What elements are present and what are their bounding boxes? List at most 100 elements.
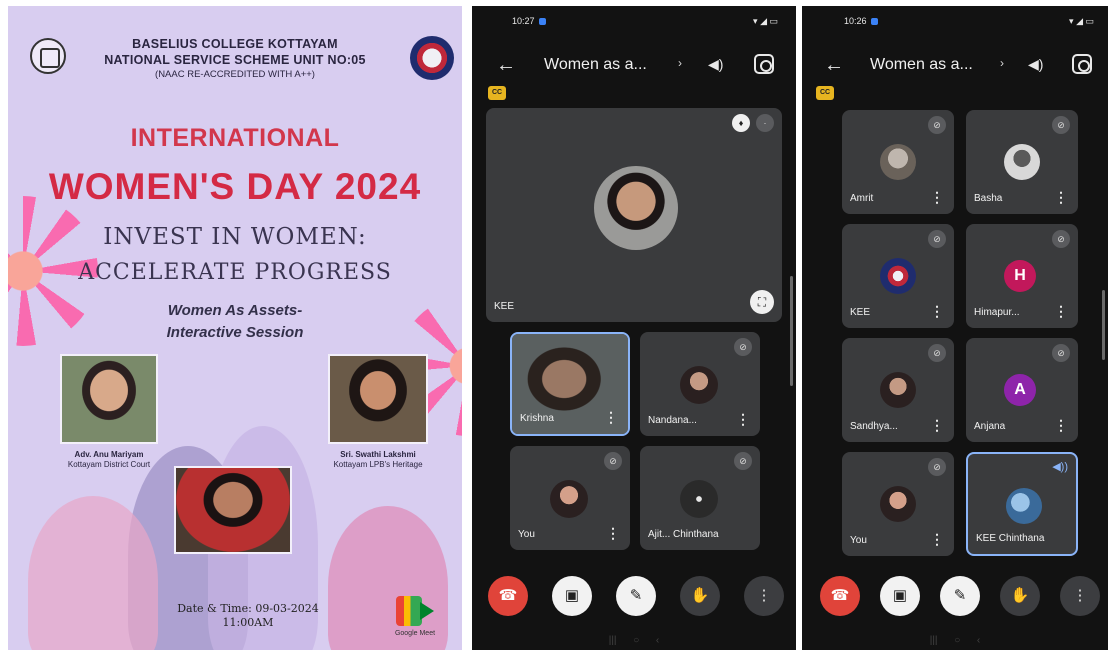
mic-off-icon: ⊘ xyxy=(1052,116,1070,134)
unit-name: NATIONAL SERVICE SCHEME UNIT NO:05 xyxy=(104,53,366,67)
participant-avatar xyxy=(680,480,718,518)
scrollbar[interactable] xyxy=(790,276,793,386)
theme-line-2: ACCELERATE PROGRESS xyxy=(78,260,392,285)
status-bar-time: 10:27 xyxy=(512,16,546,26)
google-meet-label: Google Meet xyxy=(394,630,436,637)
google-meet-icon xyxy=(396,596,436,626)
participant-tile[interactable]: ⊘ Basha ⋮ xyxy=(966,110,1078,214)
participant-name: Anjana xyxy=(974,421,1006,432)
participant-avatar xyxy=(880,144,916,180)
participant-avatar xyxy=(880,258,916,294)
more-options-icon[interactable]: ⋮ xyxy=(930,189,944,206)
status-bar-icons: ▾ ◢ ▭ xyxy=(753,16,778,26)
more-options-icon[interactable]: ⋮ xyxy=(1054,417,1068,434)
android-nav-bar: ||| ○ ‹ xyxy=(929,635,981,646)
more-options-icon[interactable]: ⋮ xyxy=(1054,303,1068,320)
poster-header: BASELIUS COLLEGE KOTTAYAM NATIONAL SERVI… xyxy=(8,36,462,82)
mic-off-icon: ⊘ xyxy=(1052,344,1070,362)
event-poster: BASELIUS COLLEGE KOTTAYAM NATIONAL SERVI… xyxy=(8,6,462,650)
mic-off-icon: ⊘ xyxy=(928,344,946,362)
participant-tile[interactable]: ⊘ A Anjana ⋮ xyxy=(966,338,1078,442)
mic-off-button[interactable]: ✎ xyxy=(616,576,656,616)
participant-letter-avatar: H xyxy=(1004,260,1036,292)
participant-name: Krishna xyxy=(520,413,554,424)
more-options-button[interactable]: ⋮ xyxy=(1060,576,1100,616)
participant-tile[interactable]: ⊘ Nandana... ⋮ xyxy=(640,332,760,436)
participant-name: Basha xyxy=(974,193,1003,204)
participant-avatar xyxy=(1004,144,1040,180)
speaker-icon[interactable]: ◀) xyxy=(708,56,723,73)
more-options-button[interactable]: ⋮ xyxy=(744,576,784,616)
participant-avatar xyxy=(880,372,916,408)
meet-screenshot-1: 10:27 ▾ ◢ ▭ ← Women as a... › ◀) CC ♦ · … xyxy=(472,6,796,650)
speaker-caption-2: Sri. Swathi Lakshmi Kottayam LPB's Herit… xyxy=(298,450,458,470)
more-options-icon[interactable]: ⋮ xyxy=(736,411,750,428)
participant-avatar xyxy=(594,166,678,250)
end-call-button[interactable]: ☎ xyxy=(820,576,860,616)
participant-name: Himapur... xyxy=(974,307,1020,318)
captions-icon[interactable]: CC xyxy=(816,86,834,100)
back-arrow-icon[interactable]: ← xyxy=(496,54,516,77)
speaker-name: Sri. Swathi Lakshmi xyxy=(340,450,416,459)
mic-off-icon: ⊘ xyxy=(1052,230,1070,248)
poster-title-international: INTERNATIONAL xyxy=(130,124,340,152)
participant-name: Ajit... Chinthana xyxy=(648,529,719,540)
participant-tile[interactable]: ⊘ You ⋮ xyxy=(842,452,954,556)
fullscreen-icon[interactable]: ⛶ xyxy=(750,290,774,314)
more-options-icon[interactable]: ⋮ xyxy=(1054,189,1068,206)
camera-off-button[interactable]: ▣ xyxy=(552,576,592,616)
speaker-icon[interactable]: ◀) xyxy=(1028,56,1043,73)
chevron-right-icon[interactable]: › xyxy=(678,56,682,70)
participant-tile[interactable]: Krishna ⋮ xyxy=(510,332,630,436)
more-options-icon[interactable]: ⋮ xyxy=(606,525,620,542)
participant-name: You xyxy=(518,529,535,540)
mic-off-icon: ⊘ xyxy=(928,116,946,134)
speaker-role: Kottayam District Court xyxy=(67,460,151,469)
meeting-title[interactable]: Women as a... xyxy=(544,56,647,74)
speaker-role: Kottayam LPB's Heritage xyxy=(333,460,423,469)
date-text: Date & Time: 09-03-2024 xyxy=(177,602,319,615)
poster-title-womens-day: WOMEN'S DAY 2024 xyxy=(48,166,422,207)
participant-tile[interactable]: ⊘ KEE ⋮ xyxy=(842,224,954,328)
mic-off-icon: ♦ xyxy=(732,114,750,132)
mic-off-icon: ⊘ xyxy=(734,338,752,356)
chevron-right-icon[interactable]: › xyxy=(1000,56,1004,70)
back-arrow-icon[interactable]: ← xyxy=(824,54,844,77)
participant-tile[interactable]: ⊘ H Himapur... ⋮ xyxy=(966,224,1078,328)
more-options-icon[interactable]: ⋮ xyxy=(930,531,944,548)
mic-off-icon: ⊘ xyxy=(928,230,946,248)
meeting-title[interactable]: Women as a... xyxy=(870,56,973,74)
participant-name: Nandana... xyxy=(648,415,697,426)
more-options-icon[interactable]: ⋮ xyxy=(930,303,944,320)
raise-hand-button[interactable]: ✋ xyxy=(1000,576,1040,616)
event-date-time: Date & Time: 09-03-2024 11:00AM xyxy=(148,602,348,630)
participant-tile[interactable]: ⊘ You ⋮ xyxy=(510,446,630,550)
mic-off-button[interactable]: ✎ xyxy=(940,576,980,616)
participant-name: Amrit xyxy=(850,193,874,204)
participant-tile-speaking[interactable]: ◀)) KEE Chinthana xyxy=(966,452,1078,556)
theme-line-1: INVEST IN WOMEN: xyxy=(103,224,367,250)
more-options-icon[interactable]: ⋮ xyxy=(930,417,944,434)
switch-camera-icon[interactable] xyxy=(1072,54,1092,74)
captions-icon[interactable]: CC xyxy=(488,86,506,100)
main-video-tile[interactable]: ♦ · KEE ⛶ xyxy=(486,108,782,322)
raise-hand-button[interactable]: ✋ xyxy=(680,576,720,616)
mic-off-icon: ⊘ xyxy=(604,452,622,470)
switch-camera-icon[interactable] xyxy=(754,54,774,74)
mic-off-icon: ⊘ xyxy=(734,452,752,470)
participant-name: KEE Chinthana xyxy=(976,533,1045,544)
camera-off-button[interactable]: ▣ xyxy=(880,576,920,616)
speaker-photo-1 xyxy=(60,354,158,444)
status-bar-icons: ▾ ◢ ▭ xyxy=(1069,16,1094,26)
scrollbar[interactable] xyxy=(1102,290,1105,360)
participant-tile[interactable]: ⊘ Sandhya... ⋮ xyxy=(842,338,954,442)
speaking-indicator-icon: ◀)) xyxy=(1052,461,1068,473)
more-options-icon[interactable]: ⋮ xyxy=(604,409,618,426)
meeting-top-bar: ← Women as a... › ◀) xyxy=(472,46,796,86)
participant-tile[interactable]: ⊘ Amrit ⋮ xyxy=(842,110,954,214)
meet-screenshot-2: 10:26 ▾ ◢ ▭ ← Women as a... › ◀) CC ⊘ Am… xyxy=(802,6,1108,650)
mic-off-icon: ⊘ xyxy=(928,458,946,476)
end-call-button[interactable]: ☎ xyxy=(488,576,528,616)
participant-name: You xyxy=(850,535,867,546)
participant-tile[interactable]: ⊘ Ajit... Chinthana xyxy=(640,446,760,550)
